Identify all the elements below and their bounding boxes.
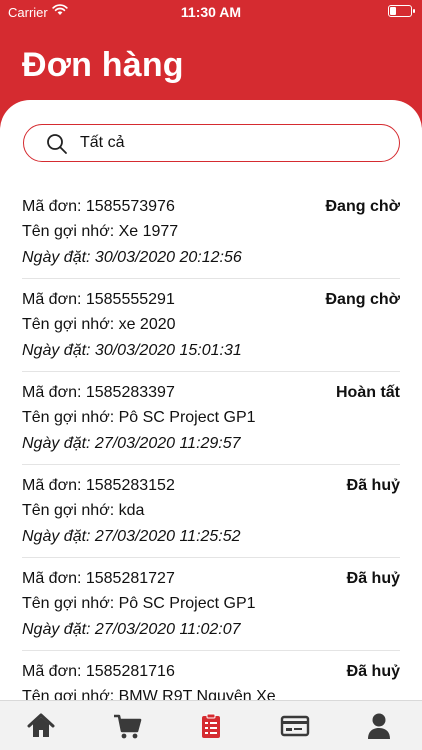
order-code: Mã đơn: 1585283397 [22,384,175,401]
battery-icon [388,5,415,17]
order-code: Mã đơn: 1585281716 [22,663,175,680]
cart-icon[interactable] [112,711,142,741]
order-date: Ngày đặt: 27/03/2020 11:29:57 [22,435,241,452]
order-date: Ngày đặt: 27/03/2020 11:25:52 [22,528,241,545]
order-nickname: Tên gợi nhớ: xe 2020 [22,316,176,333]
order-row[interactable]: Mã đơn: 1585555291 Tên gợi nhớ: xe 2020 … [22,279,400,372]
order-code: Mã đơn: 1585573976 [22,198,175,215]
order-date: Ngày đặt: 30/03/2020 20:12:56 [22,249,242,266]
order-row[interactable]: Mã đơn: 1585283152 Tên gợi nhớ: kda Ngày… [22,465,400,558]
search-input[interactable] [80,131,380,155]
order-nickname: Tên gợi nhớ: Xe 1977 [22,223,179,240]
order-status: Đã huỷ [346,570,400,587]
order-date: Ngày đặt: 27/03/2020 11:02:07 [22,621,241,638]
order-status: Đã huỷ [346,477,400,494]
home-icon[interactable] [26,711,56,741]
content-sheet: Mã đơn: 1585573976 Tên gợi nhớ: Xe 1977 … [0,100,422,700]
card-icon[interactable] [280,711,310,741]
order-nickname: Tên gợi nhớ: Pô SC Project GP1 [22,595,256,612]
status-bar: Carrier 11:30 AM [0,0,422,24]
order-row[interactable]: Mã đơn: 1585281716 Tên gợi nhớ: BMW R9T … [22,651,400,700]
status-time: 11:30 AM [180,4,242,20]
user-icon[interactable] [364,711,394,741]
order-nickname: Tên gợi nhớ: Pô SC Project GP1 [22,409,256,426]
page-title: Đơn hàng [22,46,184,84]
order-code: Mã đơn: 1585283152 [22,477,175,494]
order-code: Mã đơn: 1585555291 [22,291,175,308]
order-row[interactable]: Mã đơn: 1585281727 Tên gợi nhớ: Pô SC Pr… [22,558,400,651]
order-status: Hoàn tất [336,384,400,401]
search-field[interactable] [23,124,400,162]
search-icon [46,133,68,160]
order-nickname: Tên gợi nhớ: kda [22,502,145,519]
order-status: Đang chờ [325,198,401,215]
order-code: Mã đơn: 1585281727 [22,570,175,587]
order-date: Ngày đặt: 30/03/2020 15:01:31 [22,342,242,359]
orders-icon[interactable] [196,711,226,741]
order-nickname: Tên gợi nhớ: BMW R9T Nguyên Xe [22,688,276,700]
order-status: Đang chờ [325,291,401,308]
order-row[interactable]: Mã đơn: 1585573976 Tên gợi nhớ: Xe 1977 … [22,186,400,279]
tab-bar [0,700,422,750]
order-status: Đã huỷ [346,663,400,680]
order-list: Mã đơn: 1585573976 Tên gợi nhớ: Xe 1977 … [0,186,422,700]
order-row[interactable]: Mã đơn: 1585283397 Tên gợi nhớ: Pô SC Pr… [22,372,400,465]
